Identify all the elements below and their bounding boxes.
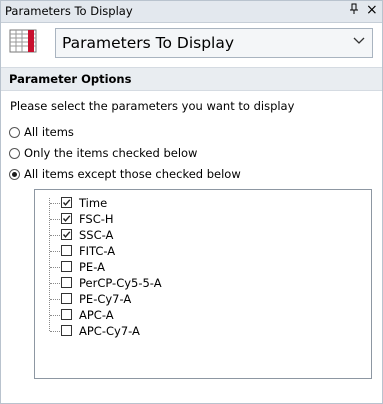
radio-label: All items except those checked below [24,167,241,181]
tree-connector [50,299,60,300]
checkbox[interactable] [61,213,72,224]
list-item-label: Time [79,196,108,210]
checkbox[interactable] [61,277,72,288]
radio-only-checked[interactable]: Only the items checked below [9,145,197,161]
radio-label: Only the items checked below [24,146,198,160]
section-header: Parameter Options [1,67,382,91]
radio-button[interactable] [9,126,20,138]
list-item[interactable]: PE-A [35,260,355,274]
list-item[interactable]: PerCP-Cy5-5-A [35,276,355,290]
checkbox[interactable] [61,261,72,272]
radio-button[interactable] [9,147,20,159]
parameter-list[interactable]: Time FSC-H SSC-A FITC-A PE-A PerCP-Cy5-5-A PE-… [34,189,372,379]
list-item[interactable]: APC-Cy7-A [35,324,355,338]
close-icon[interactable]: × [366,2,378,18]
list-item-label: PerCP-Cy5-5-A [79,276,162,290]
list-item-label: APC-Cy7-A [79,324,140,338]
list-item-label: SSC-A [79,228,114,242]
radio-all-items[interactable]: All items [9,124,74,140]
panel-titlebar: Parameters To Display × [1,1,382,23]
list-item-label: FSC-H [79,212,114,226]
radio-button[interactable] [9,168,20,180]
checkbox[interactable] [61,197,72,208]
view-selector-row: Parameters To Display [1,23,382,63]
tree-connector [50,283,60,284]
list-item[interactable]: FSC-H [35,212,355,226]
checkbox[interactable] [61,325,72,336]
section-title: Parameter Options [9,72,132,86]
list-item-label: PE-A [79,260,105,274]
tree-connector [50,315,60,316]
list-item[interactable]: Time [35,196,355,210]
tree-connector [50,219,60,220]
list-item-label: PE-Cy7-A [79,292,132,306]
grid-icon [9,29,37,53]
checkbox[interactable] [61,245,72,256]
tree-connector [50,331,60,332]
radio-label: All items [24,125,74,139]
list-item[interactable]: APC-A [35,308,355,322]
tree-connector [50,235,60,236]
tree-connector [50,251,60,252]
list-item[interactable]: SSC-A [35,228,355,242]
pin-icon[interactable] [349,3,359,18]
checkbox[interactable] [61,309,72,320]
parameters-panel: Parameters To Display × Parameters To Di… [0,0,383,404]
instruction-text: Please select the parameters you want to… [10,99,295,113]
checkbox[interactable] [61,229,72,240]
list-item[interactable]: FITC-A [35,244,355,258]
list-item[interactable]: PE-Cy7-A [35,292,355,306]
list-item-label: FITC-A [79,244,116,258]
radio-all-except-checked[interactable]: All items except those checked below [9,166,241,182]
view-dropdown[interactable]: Parameters To Display [55,28,373,58]
tree-connector [50,267,60,268]
tree-connector [50,203,60,204]
view-dropdown-value: Parameters To Display [62,34,235,52]
checkbox[interactable] [61,293,72,304]
panel-title: Parameters To Display [5,4,133,18]
list-item-label: APC-A [79,308,114,322]
chevron-down-icon[interactable] [352,36,366,46]
